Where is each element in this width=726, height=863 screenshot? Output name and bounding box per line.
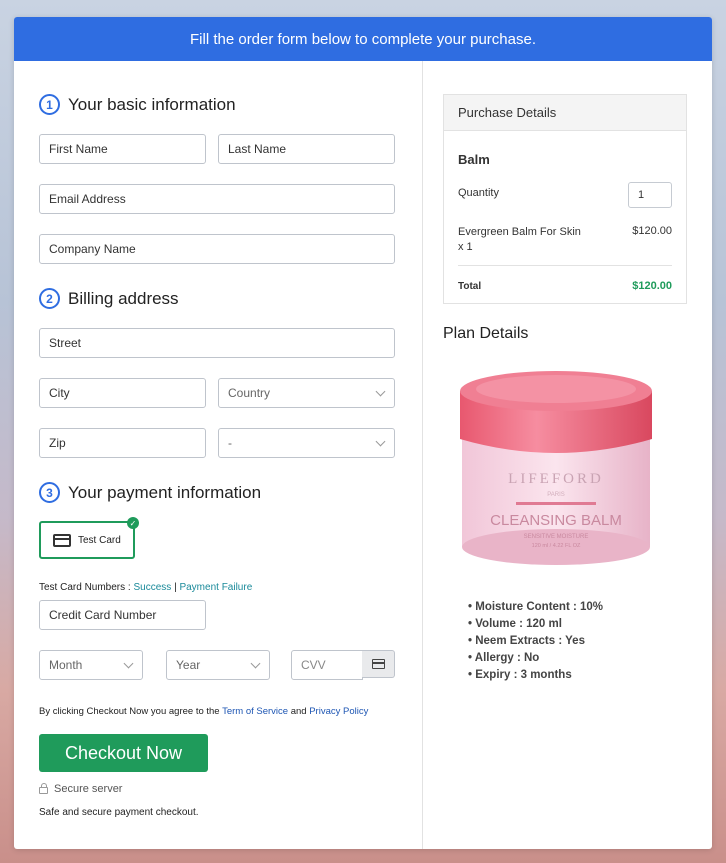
item-line-1: Evergreen Balm For Skin [458,226,581,238]
chevron-down-icon [250,658,261,668]
feature-item: Expiry : 3 months [468,667,603,684]
feature-item: Moisture Content : 10% [468,599,603,616]
city-input[interactable]: City [39,378,206,408]
month-select[interactable]: Month [39,650,143,680]
street-input[interactable]: Street [39,328,395,358]
step-number-2: 2 [39,288,60,309]
checkout-page: Fill the order form below to complete yo… [14,17,712,849]
feature-item: Volume : 120 ml [468,616,603,633]
secure-server: Secure server [39,783,122,795]
agreement-text: By clicking Checkout Now you agree to th… [39,706,368,717]
link-separator: | [174,582,177,593]
item-description: Evergreen Balm For Skin x 1 [458,225,581,255]
country-select-value: Country [228,386,271,400]
secure-label: Secure server [54,783,123,795]
purchase-details-header: Purchase Details [444,95,686,131]
total-value: $120.00 [632,280,672,292]
item-price: $120.00 [632,225,672,237]
agreement-and: and [290,706,307,717]
checkmark-icon: ✓ [127,517,139,529]
jar-product: CLEANSING BALM [490,512,622,529]
purchase-details-card: Purchase Details Balm Quantity 1 Evergre… [443,94,687,304]
country-select[interactable]: Country [218,378,395,408]
year-select-value: Year [176,658,201,672]
jar-volume: 120 ml / 4.22 FL OZ [532,543,581,549]
jar-sub: PARIS [547,492,565,498]
billing-heading: 2 Billing address [39,288,179,309]
test-numbers-label: Test Card Numbers : [39,582,131,593]
product-name: Balm [458,152,490,167]
company-input[interactable]: Company Name [39,234,395,264]
cvv-info-button[interactable] [362,650,395,678]
test-card-option[interactable]: Test Card ✓ [39,517,139,559]
payment-failure-link[interactable]: Payment Failure [179,582,252,593]
state-select[interactable]: - [218,428,395,458]
jar-brand: LIFEFORD [508,471,604,487]
last-name-input[interactable]: Last Name [218,134,395,164]
email-input[interactable]: Email Address [39,184,395,214]
product-image: LIFEFORD PARIS CLEANSING BALM SENSITIVE … [460,371,652,565]
banner-text: Fill the order form below to complete yo… [190,30,536,48]
credit-card-icon [371,659,385,669]
zip-input[interactable]: Zip [39,428,206,458]
state-select-value: - [228,436,232,450]
terms-link[interactable]: Term of Service [222,706,288,717]
chevron-down-icon [123,658,134,668]
card-number-input[interactable]: Credit Card Number [39,600,206,630]
year-select[interactable]: Year [166,650,270,680]
chevron-down-icon [375,436,386,446]
top-banner: Fill the order form below to complete yo… [14,17,712,61]
quantity-input[interactable]: 1 [628,182,672,208]
credit-card-icon [53,533,71,547]
step-number-1: 1 [39,94,60,115]
payment-heading: 3 Your payment information [39,482,261,503]
test-card-numbers: Test Card Numbers : Success | Payment Fa… [39,582,252,593]
lock-icon [39,783,48,794]
plan-features: Moisture Content : 10% Volume : 120 ml N… [468,599,603,684]
billing-title: Billing address [68,288,179,308]
basic-info-heading: 1 Your basic information [39,94,236,115]
step-number-3: 3 [39,482,60,503]
item-line-2: x 1 [458,241,473,253]
chevron-down-icon [375,386,386,396]
basic-info-title: Your basic information [68,94,236,114]
order-form: 1 Your basic information First Name Last… [14,61,422,849]
plan-details-title: Plan Details [443,325,529,342]
jar-tagline: SENSITIVE MOISTURE [524,534,589,540]
agreement-prefix: By clicking Checkout Now you agree to th… [39,706,220,717]
payment-title: Your payment information [68,482,262,502]
total-label: Total [458,281,482,292]
safe-checkout-text: Safe and secure payment checkout. [39,807,199,818]
first-name-input[interactable]: First Name [39,134,206,164]
cvv-input[interactable]: CVV [291,650,363,680]
success-link[interactable]: Success [133,582,171,593]
summary-column: Purchase Details Balm Quantity 1 Evergre… [423,61,712,849]
test-card-label: Test Card [78,534,121,546]
quantity-label: Quantity [458,187,499,199]
divider [458,265,672,266]
month-select-value: Month [49,658,83,672]
feature-item: Neem Extracts : Yes [468,633,603,650]
feature-item: Allergy : No [468,650,603,667]
checkout-button[interactable]: Checkout Now [39,734,208,772]
privacy-link[interactable]: Privacy Policy [309,706,368,717]
